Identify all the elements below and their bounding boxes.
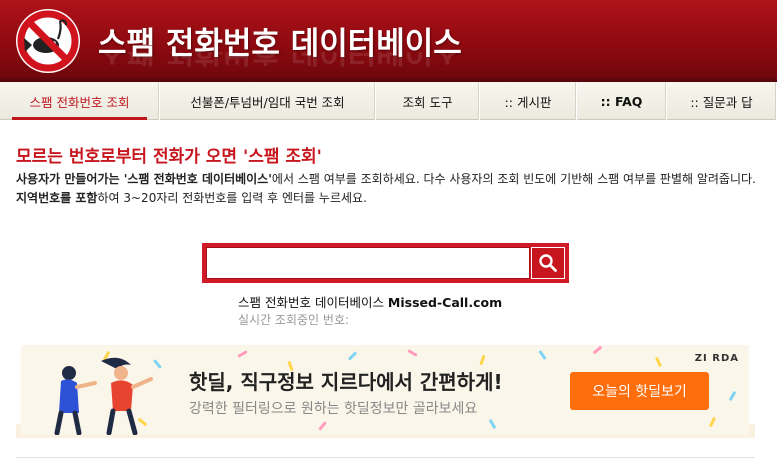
confetti-decoration bbox=[538, 350, 547, 360]
nav-item-board[interactable]: :: 게시판 bbox=[480, 82, 577, 120]
confetti-decoration bbox=[407, 349, 418, 357]
search-button[interactable] bbox=[531, 247, 565, 279]
confetti-decoration bbox=[592, 345, 603, 355]
realtime-label: 실시간 조회중인 번호: bbox=[238, 313, 350, 327]
nav-item-faq[interactable]: :: FAQ bbox=[577, 82, 667, 120]
divider bbox=[16, 457, 755, 458]
site-header: 스팸 전화번호 데이터베이스 스팸 전화번호 데이터베이스 bbox=[0, 0, 777, 82]
page-description: 사용자가 만들어가는 '스팸 전화번호 데이터베이스'에서 스팸 여부를 조회하… bbox=[16, 170, 756, 208]
nav-item-lookup-tools[interactable]: 조회 도구 bbox=[376, 82, 480, 120]
confetti-decoration bbox=[488, 418, 497, 430]
brand-prefix: 스팸 전화번호 데이터베이스 bbox=[238, 295, 388, 310]
search-icon bbox=[539, 254, 557, 272]
desc-emphasis-db: 사용자가 만들어가는 '스팸 전화번호 데이터베이스' bbox=[16, 172, 272, 186]
confetti-decoration bbox=[318, 421, 327, 431]
confetti-decoration bbox=[479, 354, 486, 366]
no-fishing-icon[interactable] bbox=[14, 7, 82, 75]
site-title-reflection: 스팸 전화번호 데이터베이스 bbox=[98, 52, 462, 76]
people-illustration bbox=[54, 357, 153, 435]
desc-text-end: 하여 3~20자리 전화번호를 입력 후 엔터를 누르세요. bbox=[97, 191, 367, 205]
ad-title: 핫딜, 직구정보 지르다에서 간편하게! bbox=[189, 370, 503, 394]
confetti-decoration bbox=[237, 350, 248, 358]
nav-item-spam-lookup[interactable]: 스팸 전화번호 조회 bbox=[0, 82, 160, 120]
confetti-decoration bbox=[728, 390, 737, 402]
desc-emphasis-area-code: 지역번호를 포함 bbox=[16, 191, 98, 205]
desc-text: 에서 스팸 여부를 조회하세요. 다수 사용자의 조회 빈도에 기반해 스팸 여… bbox=[271, 172, 756, 186]
brand-domain: Missed-Call.com bbox=[387, 295, 503, 310]
ad-subtitle: 강력한 필터링으로 원하는 핫딜정보만 골라보세요 bbox=[189, 401, 478, 417]
page-headline: 모르는 번호로부터 전화가 오면 '스팸 조회' bbox=[16, 147, 322, 167]
ad-cta-button[interactable]: 오늘의 핫딜보기 bbox=[570, 372, 709, 410]
brand-line: 스팸 전화번호 데이터베이스 Missed-Call.com bbox=[238, 292, 502, 311]
ad-banner[interactable]: 핫딜, 직구정보 지르다에서 간편하게! 강력한 필터링으로 원하는 핫딜정보만… bbox=[21, 345, 749, 435]
nav-item-prepaid-lookup[interactable]: 선불폰/투넘버/임대 국번 조회 bbox=[160, 82, 376, 120]
confetti-decoration bbox=[655, 356, 662, 368]
search-box bbox=[202, 243, 569, 283]
main-nav: 스팸 전화번호 조회 선불폰/투넘버/임대 국번 조회 조회 도구 :: 게시판… bbox=[0, 82, 777, 120]
confetti-decoration bbox=[347, 351, 358, 361]
phone-search-input[interactable] bbox=[206, 247, 530, 279]
ad-logo: ZI RDA bbox=[694, 353, 739, 364]
nav-item-qna[interactable]: :: 질문과 답 bbox=[667, 82, 777, 120]
confetti-decoration bbox=[709, 416, 716, 428]
